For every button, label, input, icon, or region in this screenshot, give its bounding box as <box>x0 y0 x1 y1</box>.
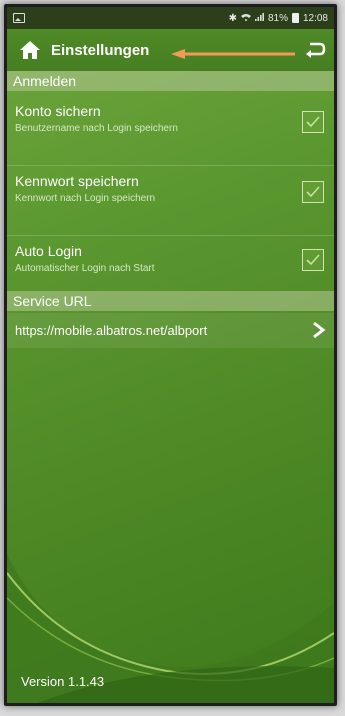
setting-row-auto-login[interactable]: Auto Login Automatischer Login nach Star… <box>7 243 334 293</box>
service-url-row[interactable]: https://mobile.albatros.net/albport <box>7 313 334 348</box>
device-frame: ✱ 81% 12:08 Einstellungen Anmelden Konto… <box>4 4 337 706</box>
service-url-value: https://mobile.albatros.net/albport <box>15 323 208 338</box>
kennwort-speichern-checkbox[interactable] <box>302 181 324 203</box>
clock: 12:08 <box>302 12 328 24</box>
check-icon <box>306 186 320 198</box>
divider <box>7 165 334 166</box>
setting-label: Kennwort speichern <box>15 173 139 189</box>
setting-row-kennwort-speichern[interactable]: Kennwort speichern Kennwort nach Login s… <box>7 173 334 233</box>
setting-description: Automatischer Login nach Start <box>15 263 155 274</box>
check-icon <box>306 116 320 128</box>
home-icon <box>20 41 40 59</box>
setting-description: Benutzername nach Login speichern <box>15 123 178 134</box>
konto-sichern-checkbox[interactable] <box>302 111 324 133</box>
back-icon <box>306 42 326 58</box>
auto-login-checkbox[interactable] <box>302 249 324 271</box>
check-icon <box>306 254 320 266</box>
section-header-anmelden: Anmelden <box>7 71 334 91</box>
battery-percent: 81% <box>267 12 288 24</box>
home-button[interactable] <box>13 33 47 67</box>
annotation-arrow <box>171 49 295 59</box>
app-version: Version 1.1.43 <box>21 674 105 689</box>
setting-row-konto-sichern[interactable]: Konto sichern Benutzername nach Login sp… <box>7 103 334 163</box>
status-bar: ✱ 81% 12:08 <box>7 7 334 29</box>
bluetooth-icon: ✱ <box>228 12 237 24</box>
cell-signal-icon <box>254 12 264 24</box>
chevron-right-icon <box>313 321 326 339</box>
image-notification-icon <box>13 13 25 23</box>
app-screen: ✱ 81% 12:08 Einstellungen Anmelden Konto… <box>7 7 334 703</box>
divider <box>7 235 334 236</box>
wifi-icon <box>240 13 251 24</box>
setting-label: Konto sichern <box>15 103 101 119</box>
back-button[interactable] <box>300 35 330 65</box>
setting-label: Auto Login <box>15 243 82 259</box>
status-right: ✱ 81% 12:08 <box>228 12 328 24</box>
battery-icon <box>291 13 299 23</box>
status-left <box>13 13 25 23</box>
setting-description: Kennwort nach Login speichern <box>15 193 156 204</box>
section-header-service-url: Service URL <box>7 291 334 311</box>
page-title: Einstellungen <box>51 41 150 59</box>
